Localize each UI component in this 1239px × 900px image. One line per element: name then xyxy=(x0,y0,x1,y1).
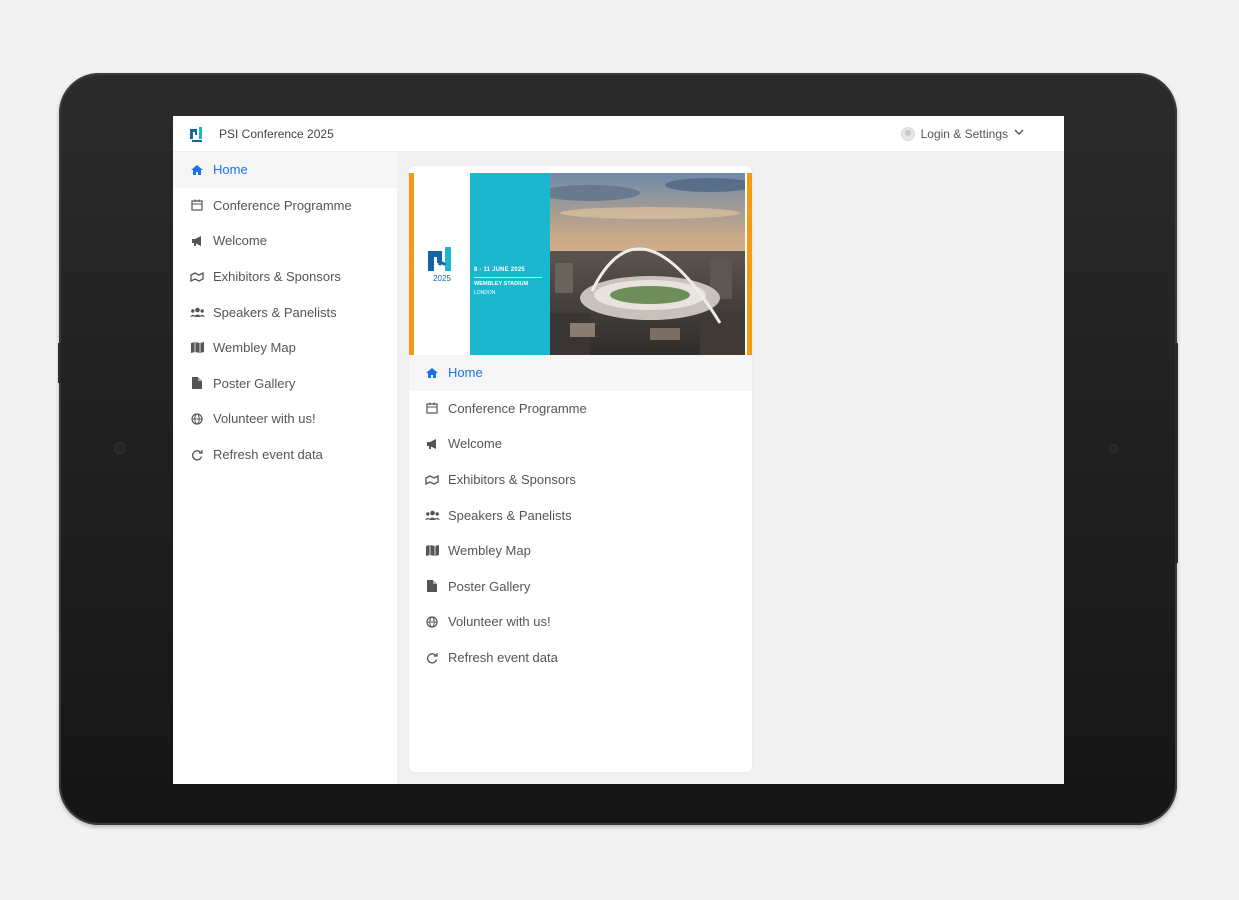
home-card: 2025 8 - 11 JUNE 2025 WEMBLEY STADIUM LO… xyxy=(409,166,752,772)
login-label: Login & Settings xyxy=(920,126,1008,141)
main-content: 2025 8 - 11 JUNE 2025 WEMBLEY STADIUM LO… xyxy=(397,152,1064,784)
handshake-icon xyxy=(189,271,205,282)
megaphone-icon xyxy=(189,235,205,247)
globe-icon xyxy=(189,413,205,425)
map-icon xyxy=(189,342,205,354)
card-item-exhibitors[interactable]: Exhibitors & Sponsors xyxy=(409,462,752,498)
card-nav: Home Conference Programme Welcome Exhibi… xyxy=(409,355,752,675)
card-item-home[interactable]: Home xyxy=(409,355,752,391)
calendar-icon xyxy=(424,402,440,414)
sidebar-item-label: Wembley Map xyxy=(213,340,296,356)
card-item-volunteer[interactable]: Volunteer with us! xyxy=(409,604,752,640)
sidebar-item-label: Conference Programme xyxy=(213,197,352,213)
sidebar-item-label: Poster Gallery xyxy=(213,375,296,391)
banner-info-panel: 8 - 11 JUNE 2025 WEMBLEY STADIUM LONDON xyxy=(470,173,550,355)
card-item-conference-programme[interactable]: Conference Programme xyxy=(409,391,752,427)
calendar-icon xyxy=(189,199,205,211)
card-item-speakers[interactable]: Speakers & Panelists xyxy=(409,497,752,533)
card-item-label: Poster Gallery xyxy=(448,578,531,594)
card-item-label: Conference Programme xyxy=(448,400,587,416)
sidebar-item-volunteer[interactable]: Volunteer with us! xyxy=(173,401,397,437)
app-title: PSI Conference 2025 xyxy=(219,126,334,141)
card-item-refresh[interactable]: Refresh event data xyxy=(409,640,752,676)
sidebar-item-label: Refresh event data xyxy=(213,447,323,463)
sidebar-item-label: Volunteer with us! xyxy=(213,411,316,427)
card-item-label: Refresh event data xyxy=(448,650,558,666)
home-icon xyxy=(189,164,205,176)
sidebar-item-poster-gallery[interactable]: Poster Gallery xyxy=(173,366,397,402)
sidebar-item-label: Speakers & Panelists xyxy=(213,304,337,320)
card-item-label: Speakers & Panelists xyxy=(448,507,572,523)
app-screen: PSI Conference 2025 Login & Settings Hom… xyxy=(173,116,1064,784)
sidebar-item-home[interactable]: Home xyxy=(173,152,397,188)
psi-logo xyxy=(190,125,204,143)
card-item-wembley-map[interactable]: Wembley Map xyxy=(409,533,752,569)
sidebar-item-label: Welcome xyxy=(213,233,267,249)
map-icon xyxy=(424,545,440,557)
handshake-icon xyxy=(424,474,440,485)
card-item-label: Wembley Map xyxy=(448,543,531,559)
card-item-welcome[interactable]: Welcome xyxy=(409,426,752,462)
globe-icon xyxy=(424,616,440,628)
sidebar-item-refresh[interactable]: Refresh event data xyxy=(173,437,397,473)
file-icon xyxy=(189,377,205,390)
sidebar: Home Conference Programme Welcome Exhibi… xyxy=(173,152,397,784)
hardware-button xyxy=(1175,343,1178,563)
card-item-label: Home xyxy=(448,365,483,381)
sidebar-item-label: Exhibitors & Sponsors xyxy=(213,269,341,285)
sidebar-item-conference-programme[interactable]: Conference Programme xyxy=(173,188,397,224)
event-banner[interactable]: 2025 8 - 11 JUNE 2025 WEMBLEY STADIUM LO… xyxy=(409,173,752,355)
avatar-icon xyxy=(900,126,915,141)
event-venue: WEMBLEY STADIUM xyxy=(474,281,529,287)
sidebar-item-wembley-map[interactable]: Wembley Map xyxy=(173,330,397,366)
card-item-label: Exhibitors & Sponsors xyxy=(448,472,576,488)
megaphone-icon xyxy=(424,438,440,450)
top-bar: PSI Conference 2025 Login & Settings xyxy=(173,116,1064,152)
users-icon xyxy=(424,510,440,521)
card-item-poster-gallery[interactable]: Poster Gallery xyxy=(409,569,752,605)
banner-logo: 2025 xyxy=(414,173,470,355)
home-icon xyxy=(424,367,440,379)
sidebar-item-label: Home xyxy=(213,162,248,178)
divider xyxy=(474,277,542,278)
sensor-icon xyxy=(1110,445,1117,452)
stadium-photo xyxy=(550,173,747,355)
card-item-label: Volunteer with us! xyxy=(448,614,551,630)
sidebar-item-welcome[interactable]: Welcome xyxy=(173,223,397,259)
event-dates: 8 - 11 JUNE 2025 xyxy=(474,267,525,273)
hardware-button xyxy=(58,343,61,383)
brand[interactable]: PSI Conference 2025 xyxy=(190,125,334,143)
file-icon xyxy=(424,580,440,593)
card-item-label: Welcome xyxy=(448,436,502,452)
banner-year: 2025 xyxy=(433,274,451,283)
chevron-down-icon xyxy=(1014,128,1024,139)
camera-icon xyxy=(115,443,125,453)
users-icon xyxy=(189,307,205,318)
refresh-icon xyxy=(189,449,205,461)
refresh-icon xyxy=(424,652,440,664)
sidebar-item-exhibitors[interactable]: Exhibitors & Sponsors xyxy=(173,259,397,295)
sidebar-item-speakers[interactable]: Speakers & Panelists xyxy=(173,294,397,330)
event-city: LONDON xyxy=(474,290,496,296)
login-settings-button[interactable]: Login & Settings xyxy=(900,126,1024,141)
